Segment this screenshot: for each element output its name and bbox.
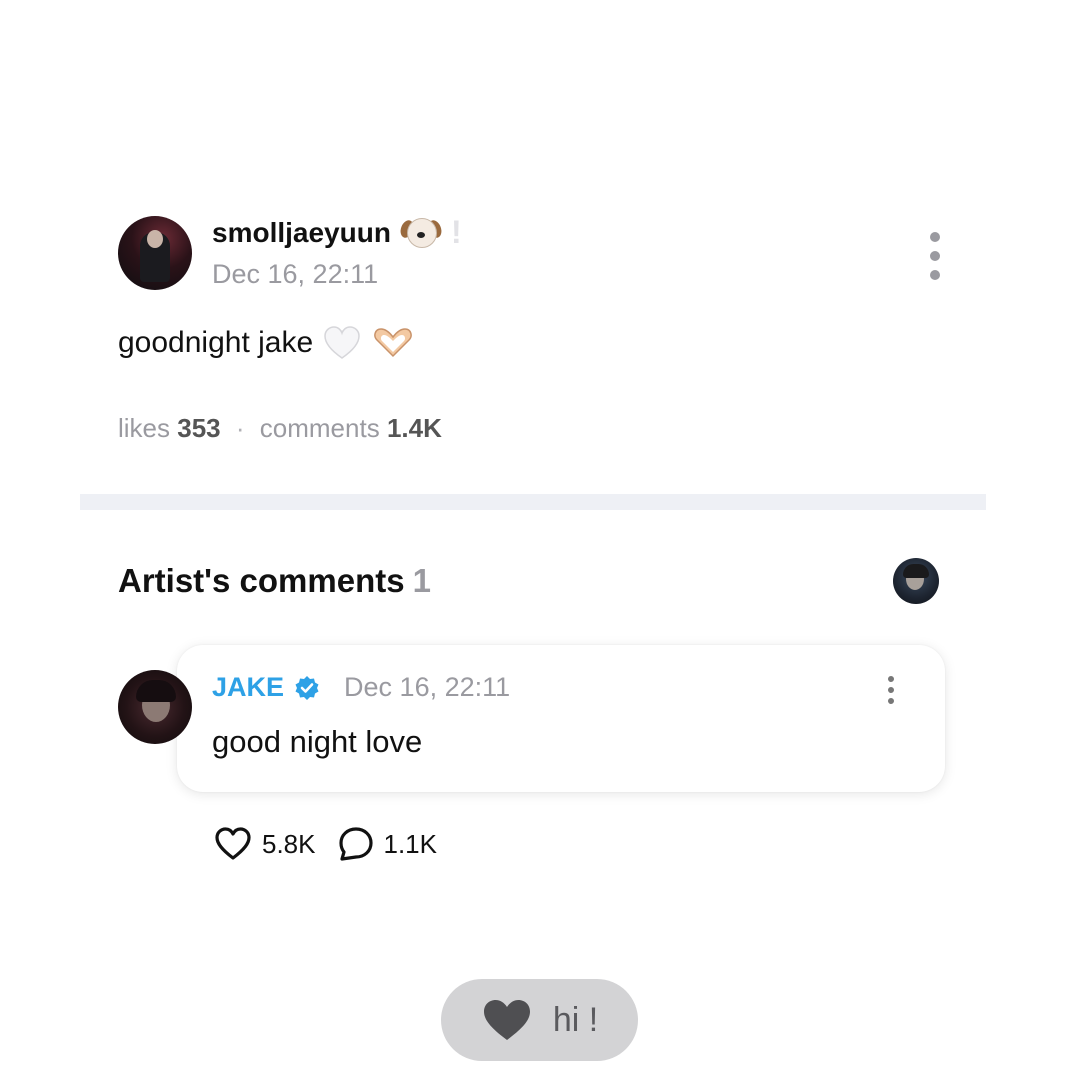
post-username[interactable]: smolljaeyuun [212,217,391,249]
comment-more-options-icon[interactable] [884,676,898,704]
post-username-row: smolljaeyuun ! [212,214,462,251]
artist-comments-title: Artist's comments [118,562,405,599]
comment-header: JAKE Dec 16, 22:11 [212,672,510,703]
comment-date: Dec 16, 22:11 [344,672,511,702]
post-date: Dec 16, 22:11 [212,259,379,289]
section-divider [80,494,986,510]
comment-reply-button[interactable]: 1.1K [338,826,438,862]
pill-label: hi ! [552,1000,599,1039]
more-options-icon[interactable] [925,232,945,280]
comment-like-count: 5.8K [262,828,316,859]
likes-label: likes [118,413,171,443]
artist-avatar-small[interactable] [893,558,939,604]
avatar-face [147,230,163,248]
speech-bubble-icon [338,827,373,861]
comment-text: good night love [212,724,423,759]
comments-label: comments [259,413,380,443]
artist-comments-heading: Artist's comments 1 [118,562,431,600]
post-body: goodnight jake [118,325,415,361]
comment-like-button[interactable]: 5.8K [214,826,316,862]
white-heart-icon [324,326,360,359]
comment-reactions: 5.8K 1.1K [214,826,459,862]
artist-comments-count: 1 [412,562,431,599]
heart-outline-icon [215,827,251,860]
likes-count[interactable]: 353 [177,413,220,443]
comment-author-avatar[interactable] [118,670,192,744]
hi-pill-button[interactable]: hi ! [441,979,638,1061]
exclamation-mark: ! [450,214,462,250]
post-author-avatar[interactable] [118,216,192,290]
stats-separator: · [235,413,245,443]
heart-hands-icon [374,328,412,358]
comments-count[interactable]: 1.4K [387,413,442,443]
post-text: goodnight jake [118,326,314,359]
comment-reply-count: 1.1K [383,828,438,859]
dog-face-icon [398,216,444,250]
artist-comment-card[interactable] [177,645,945,792]
post-stats: likes 353 · comments 1.4K [118,413,442,444]
verified-badge-icon [295,675,319,700]
comment-author-name[interactable]: JAKE [212,672,284,703]
heart-icon [483,1000,530,1040]
